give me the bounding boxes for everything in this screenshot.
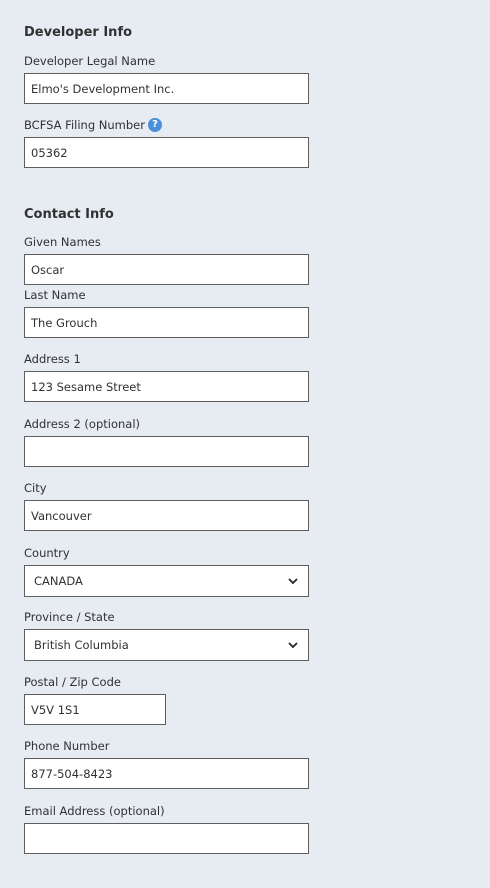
chevron-down-icon xyxy=(288,642,298,649)
bcfsa-filing-number-label-text: BCFSA Filing Number xyxy=(24,118,145,132)
postal-code-label: Postal / Zip Code xyxy=(24,675,121,689)
bcfsa-filing-number-input[interactable]: 05362 xyxy=(24,137,309,168)
phone-number-label: Phone Number xyxy=(24,739,110,753)
province-select[interactable]: British Columbia xyxy=(24,629,309,661)
address1-input[interactable]: 123 Sesame Street xyxy=(24,371,309,402)
province-selected-value: British Columbia xyxy=(34,638,129,652)
country-label: Country xyxy=(24,546,70,560)
province-label: Province / State xyxy=(24,610,115,624)
address2-input[interactable] xyxy=(24,436,309,467)
country-selected-value: CANADA xyxy=(34,574,83,588)
email-address-input[interactable] xyxy=(24,823,309,854)
given-names-label: Given Names xyxy=(24,235,101,249)
bcfsa-filing-number-label: BCFSA Filing Number? xyxy=(24,117,162,133)
developer-info-heading: Developer Info xyxy=(24,25,133,40)
city-label: City xyxy=(24,481,47,495)
address2-label: Address 2 (optional) xyxy=(24,417,141,431)
last-name-input[interactable]: The Grouch xyxy=(24,307,309,338)
postal-code-input[interactable]: V5V 1S1 xyxy=(24,694,166,725)
city-input[interactable]: Vancouver xyxy=(24,500,309,531)
developer-legal-name-label: Developer Legal Name xyxy=(24,54,156,68)
developer-legal-name-input[interactable]: Elmo's Development Inc. xyxy=(24,73,309,104)
phone-number-input[interactable]: 877-504-8423 xyxy=(24,758,309,789)
help-icon[interactable]: ? xyxy=(147,117,162,132)
email-address-label: Email Address (optional) xyxy=(24,804,165,818)
address1-label: Address 1 xyxy=(24,352,81,366)
last-name-label: Last Name xyxy=(24,288,86,302)
contact-info-heading: Contact Info xyxy=(24,207,114,222)
country-select[interactable]: CANADA xyxy=(24,565,309,597)
given-names-input[interactable]: Oscar xyxy=(24,254,309,285)
chevron-down-icon xyxy=(288,578,298,585)
